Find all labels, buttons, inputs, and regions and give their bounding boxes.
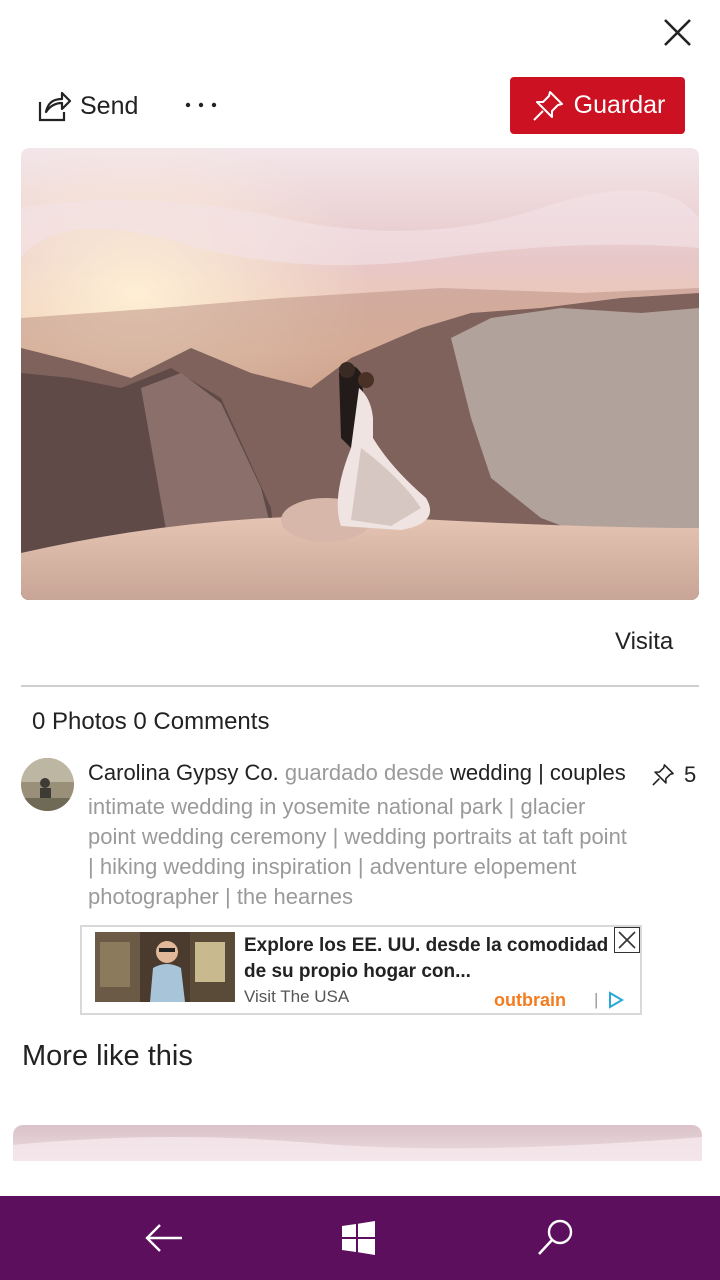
outbrain-logo[interactable]: outbrain	[494, 990, 592, 1016]
share-icon	[38, 91, 72, 122]
ad-title: Explore los EE. UU. desde la comodidad d…	[244, 935, 609, 982]
visit-link[interactable]: Visita	[615, 628, 673, 656]
send-button[interactable]: Send	[36, 86, 138, 126]
system-navigation-bar	[0, 1196, 720, 1280]
back-button[interactable]	[138, 1212, 190, 1264]
photos-comments-count: 0 Photos 0 Comments	[32, 708, 270, 735]
author-name[interactable]: Carolina Gypsy Co.	[88, 760, 279, 785]
ad-close-button[interactable]	[614, 927, 640, 953]
related-pin-card[interactable]	[13, 1125, 702, 1161]
search-button[interactable]	[530, 1212, 582, 1264]
repin-count[interactable]: 5	[650, 762, 696, 788]
windows-start-icon	[342, 1221, 375, 1255]
ellipsis-icon	[185, 102, 217, 108]
more-options-button[interactable]	[182, 88, 222, 122]
pin-icon	[652, 764, 674, 786]
pin-icon	[532, 90, 563, 121]
sponsored-ad[interactable]: Explore los EE. UU. desde la comodidad d…	[80, 925, 642, 1015]
repin-count-value: 5	[684, 762, 697, 787]
save-label: Guardar	[573, 91, 666, 119]
avatar[interactable]	[21, 758, 74, 811]
more-like-this-heading: More like this	[22, 1040, 193, 1072]
close-icon	[618, 931, 636, 949]
adchoices-icon[interactable]	[607, 991, 625, 1009]
close-button[interactable]	[656, 12, 698, 54]
back-arrow-icon	[145, 1224, 182, 1252]
close-icon	[664, 19, 691, 46]
pin-image[interactable]	[21, 148, 699, 600]
saved-from-label: guardado desde	[284, 760, 444, 785]
send-label: Send	[80, 91, 139, 120]
board-name[interactable]: wedding | couples	[450, 760, 626, 785]
divider	[21, 685, 699, 687]
start-button[interactable]	[332, 1212, 384, 1264]
save-button[interactable]: Guardar	[510, 77, 685, 134]
search-icon	[538, 1219, 573, 1255]
ad-separator: |	[594, 990, 599, 1009]
pin-attribution: Carolina Gypsy Co. guardado desde weddin…	[88, 760, 648, 786]
ad-source: Visit The USA	[244, 987, 350, 1006]
svg-text:outbrain: outbrain	[494, 990, 566, 1010]
pin-description: intimate wedding in yosemite national pa…	[88, 794, 627, 909]
ad-thumbnail	[95, 932, 235, 1002]
